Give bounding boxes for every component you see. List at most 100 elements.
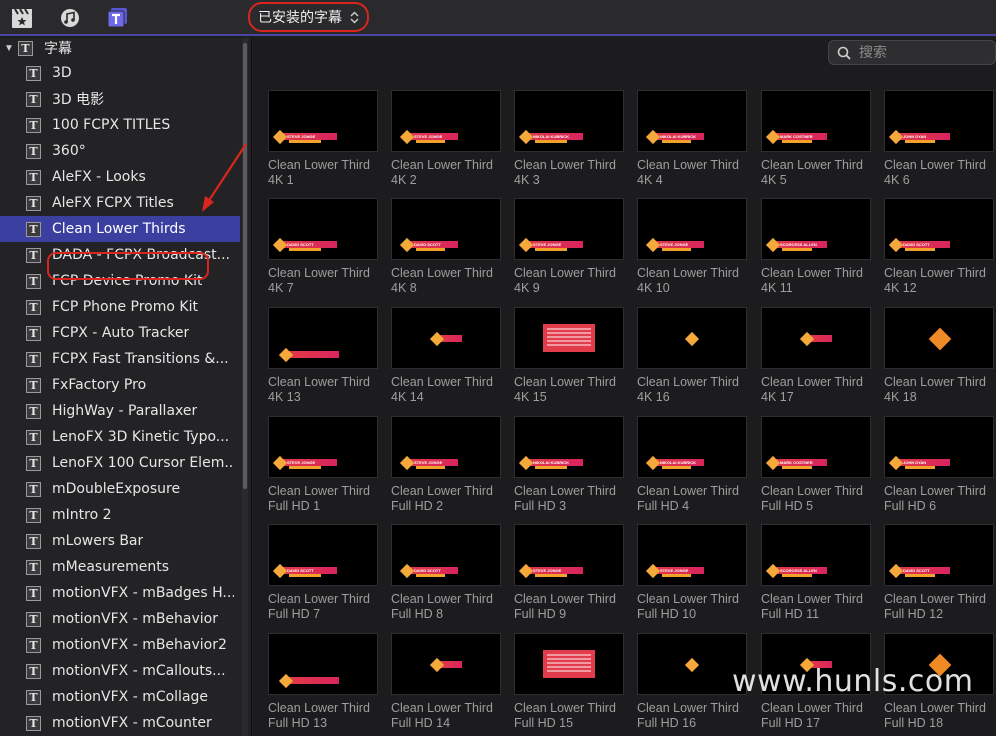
title-thumbnail: STEVE JONGE xyxy=(514,524,624,586)
sidebar-item[interactable]: TmotionVFX - mCounter xyxy=(0,710,240,736)
title-name-line2: 4K 1 xyxy=(268,173,294,187)
title-tile[interactable]: Clean Lower Third 4K 15 xyxy=(514,307,624,415)
sidebar-item[interactable]: TmDoubleExposure xyxy=(0,476,240,502)
title-thumbnail: STEVE JONGE xyxy=(637,198,747,260)
title-tile[interactable]: MARK COSTNER Clean Lower Third 4K 5 xyxy=(761,90,871,198)
lower-third-bar: DAVID SCOTT xyxy=(279,567,337,574)
lower-third-subbar xyxy=(662,466,691,469)
diamond-graphic xyxy=(928,327,952,351)
title-tile[interactable]: DAVID SCOTT Clean Lower Third Full HD 7 xyxy=(268,524,378,632)
title-tile[interactable]: STEVE JONGE Clean Lower Third Full HD 10 xyxy=(637,524,747,632)
title-tile[interactable]: SCORCESS ALLEN Clean Lower Third 4K 11 xyxy=(761,198,871,306)
sidebar-item[interactable]: T FCPX - Auto Tracker xyxy=(0,320,240,346)
title-tile[interactable]: NIKOLAI KUBRICK Clean Lower Third 4K 4 xyxy=(637,90,747,198)
title-tile[interactable]: Clean Lower Third 4K 14 xyxy=(391,307,501,415)
title-name-line1: Clean Lower Third xyxy=(514,484,616,498)
title-thumbnail xyxy=(514,633,624,695)
title-thumbnail: STEVE JONGE xyxy=(637,524,747,586)
sidebar-item-label: mIntro 2 xyxy=(52,507,112,523)
title-tile[interactable]: DAVID SCOTT Clean Lower Third Full HD 12 xyxy=(884,524,994,632)
sidebar-item[interactable]: T Clean Lower Thirds xyxy=(0,216,240,242)
sidebar-item[interactable]: TmotionVFX - mCallouts... xyxy=(0,658,240,684)
titles-icon[interactable] xyxy=(106,7,130,29)
sidebar-item[interactable]: TmLowers Bar xyxy=(0,528,240,554)
sidebar-scrollbar[interactable] xyxy=(242,38,248,736)
title-tile[interactable]: Clean Lower Third Full HD 15 xyxy=(514,633,624,736)
title-tile[interactable]: STEVE JONGE Clean Lower Third Full HD 2 xyxy=(391,416,501,524)
lower-third-subbar xyxy=(905,574,936,577)
title-thumbnail: STEVE JONGE xyxy=(391,90,501,152)
title-tile[interactable]: Clean Lower Third 4K 16 xyxy=(637,307,747,415)
title-tile[interactable]: NIKOLAI KUBRICK Clean Lower Third 4K 3 xyxy=(514,90,624,198)
title-tile-label: Clean Lower Third 4K 12 xyxy=(884,266,996,296)
title-tile[interactable]: NIKOLAI KUBRICK Clean Lower Third Full HD … xyxy=(514,416,624,524)
title-name-line1: Clean Lower Third xyxy=(761,375,863,389)
title-tile[interactable]: STEVE JONGE Clean Lower Third 4K 2 xyxy=(391,90,501,198)
sidebar-item[interactable]: T HighWay - Parallaxer xyxy=(0,398,240,424)
sidebar-item[interactable]: TmotionVFX - mCollage xyxy=(0,684,240,710)
search-input[interactable] xyxy=(859,44,979,61)
title-tile[interactable]: STEVE JONGE Clean Lower Third Full HD 9 xyxy=(514,524,624,632)
sidebar-item[interactable]: T AleFX - Looks xyxy=(0,164,240,190)
sidebar-item[interactable]: TmotionVFX - mBehavior2 xyxy=(0,632,240,658)
title-tile[interactable]: Clean Lower Third Full HD 14 xyxy=(391,633,501,736)
music-notes-icon[interactable] xyxy=(58,7,82,29)
sidebar-item[interactable]: T 3D xyxy=(0,60,240,86)
sidebar-item[interactable]: T LenoFX 100 Cursor Elem... xyxy=(0,450,240,476)
sidebar-item[interactable]: T FCP Device Promo Kit xyxy=(0,268,240,294)
title-tile[interactable]: STEVE JONGE Clean Lower Third 4K 1 xyxy=(268,90,378,198)
title-tile[interactable]: DAVID SCOTT Clean Lower Third Full HD 8 xyxy=(391,524,501,632)
title-tile[interactable]: Clean Lower Third 4K 18 xyxy=(884,307,994,415)
lower-third-subbar xyxy=(662,248,691,251)
title-tile[interactable]: Clean Lower Third 4K 17 xyxy=(761,307,871,415)
sidebar-item[interactable]: TmotionVFX - mBehavior xyxy=(0,606,240,632)
title-tile[interactable]: NIKOLAI KUBRICK Clean Lower Third Full HD … xyxy=(637,416,747,524)
title-tile[interactable]: STEVE JONGE Clean Lower Third 4K 10 xyxy=(637,198,747,306)
title-name-line2: Full HD 8 xyxy=(391,607,444,621)
title-tile-label: Clean Lower Third Full HD 1 xyxy=(268,484,386,514)
title-tile[interactable]: MARK COSTNER Clean Lower Third Full HD 5 xyxy=(761,416,871,524)
sidebar-item[interactable]: TmIntro 2 xyxy=(0,502,240,528)
sidebar-item[interactable]: T FxFactory Pro xyxy=(0,372,240,398)
search-field[interactable] xyxy=(828,40,996,65)
title-tile[interactable]: DAVID SCOTT Clean Lower Third 4K 8 xyxy=(391,198,501,306)
sidebar-root-label: 字幕 xyxy=(44,41,72,57)
sidebar-item[interactable]: T FCP Phone Promo Kit xyxy=(0,294,240,320)
title-name-line1: Clean Lower Third xyxy=(391,592,493,606)
diamond-graphic xyxy=(684,657,700,673)
sidebar-item[interactable]: T 3D 电影 xyxy=(0,86,240,112)
title-tile[interactable]: DAVID SCOTT Clean Lower Third 4K 7 xyxy=(268,198,378,306)
sidebar-root-titles[interactable]: ▼ T 字幕 xyxy=(0,38,240,61)
sidebar-item-label: FCP Phone Promo Kit xyxy=(52,299,198,315)
sidebar-item[interactable]: TmMeasurements xyxy=(0,554,240,580)
scrollbar-thumb[interactable] xyxy=(242,42,248,490)
title-tile[interactable]: DAVID SCOTT Clean Lower Third 4K 12 xyxy=(884,198,994,306)
title-name-line2: Full HD 5 xyxy=(761,499,814,513)
title-tile[interactable]: Clean Lower Third 4K 13 xyxy=(268,307,378,415)
title-tile[interactable]: SCORCESS ALLEN Clean Lower Third Full HD 1… xyxy=(761,524,871,632)
sidebar-item[interactable]: T AleFX FCPX Titles xyxy=(0,190,240,216)
installed-titles-dropdown[interactable]: 已安装的字幕 xyxy=(248,2,369,32)
sidebar-item[interactable]: T DADA - FCPX Broadcast... xyxy=(0,242,240,268)
sidebar: ▼ T 字幕 T 3D T 3D 电影 T 100 FCPX TITLES T 360° T Al… xyxy=(0,38,252,736)
sidebar-item[interactable]: TmotionVFX - mBadges H... xyxy=(0,580,240,606)
title-tile[interactable]: JOHN DYAN Clean Lower Third Full HD 6 xyxy=(884,416,994,524)
sidebar-item[interactable]: T FCPX Fast Transitions &... xyxy=(0,346,240,372)
title-thumbnail xyxy=(391,307,501,369)
title-name-line1: Clean Lower Third xyxy=(268,375,370,389)
title-tile[interactable]: STEVE JONGE Clean Lower Third Full HD 1 xyxy=(268,416,378,524)
title-tile[interactable]: STEVE JONGE Clean Lower Third 4K 9 xyxy=(514,198,624,306)
title-name-line2: Full HD 6 xyxy=(884,499,937,513)
sidebar-item[interactable]: T 360° xyxy=(0,138,240,164)
sidebar-item[interactable]: T LenoFX 3D Kinetic Typo... xyxy=(0,424,240,450)
disclosure-triangle-icon[interactable]: ▼ xyxy=(4,43,14,54)
title-name-line1: Clean Lower Third xyxy=(391,484,493,498)
title-name-line2: Full HD 17 xyxy=(761,716,821,730)
title-tile[interactable]: Clean Lower Third Full HD 13 xyxy=(268,633,378,736)
title-thumbnail xyxy=(637,633,747,695)
clapperboard-star-icon[interactable] xyxy=(10,7,34,29)
sidebar-item[interactable]: T 100 FCPX TITLES xyxy=(0,112,240,138)
lower-third-name: NIKOLAI KUBRICK xyxy=(660,460,696,465)
title-tile[interactable]: Clean Lower Third Full HD 16 xyxy=(637,633,747,736)
title-tile[interactable]: JOHN DYAN Clean Lower Third 4K 6 xyxy=(884,90,994,198)
